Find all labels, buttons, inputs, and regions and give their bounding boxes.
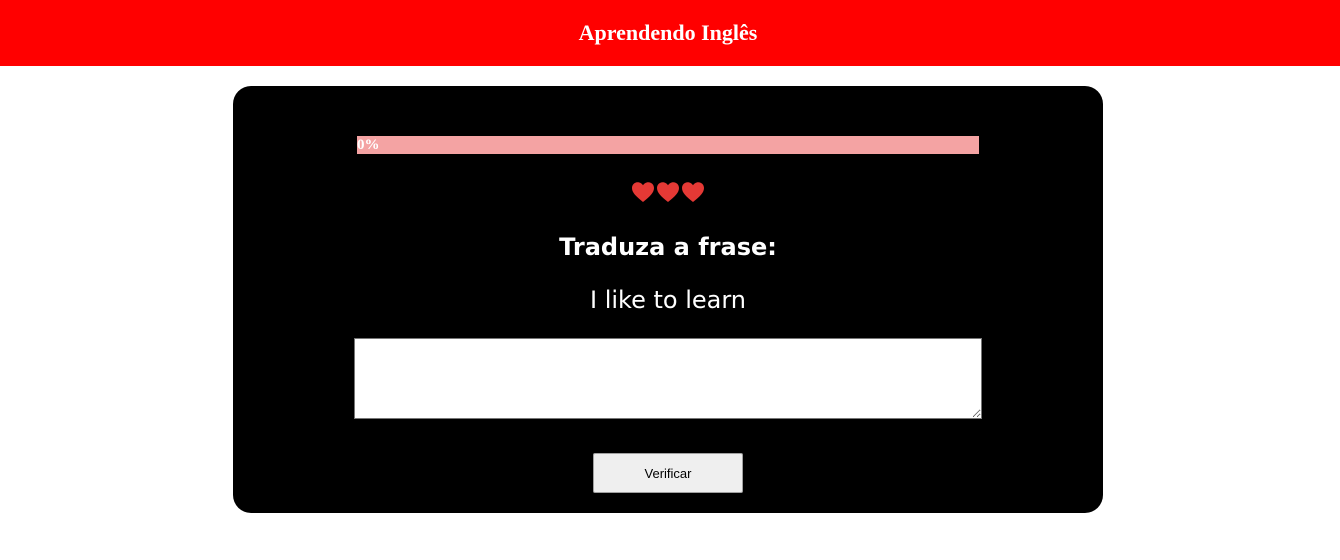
app-title: Aprendendo Inglês [578,20,758,45]
exercise-card: 0% Traduza a frase: I like to learn Veri… [233,86,1103,513]
app-header: Aprendendo Inglês [0,0,1340,66]
heart-icon [632,182,654,202]
answer-textarea[interactable] [354,338,982,419]
heart-icon [682,182,704,202]
instruction-heading: Traduza a frase: [559,233,777,261]
phrase-to-translate: I like to learn [590,286,746,314]
lives-indicator [233,181,1103,207]
progress-label: 0% [357,137,380,153]
verify-button[interactable]: Verificar [593,453,743,493]
progress-bar: 0% [357,136,979,154]
heart-icon [657,182,679,202]
